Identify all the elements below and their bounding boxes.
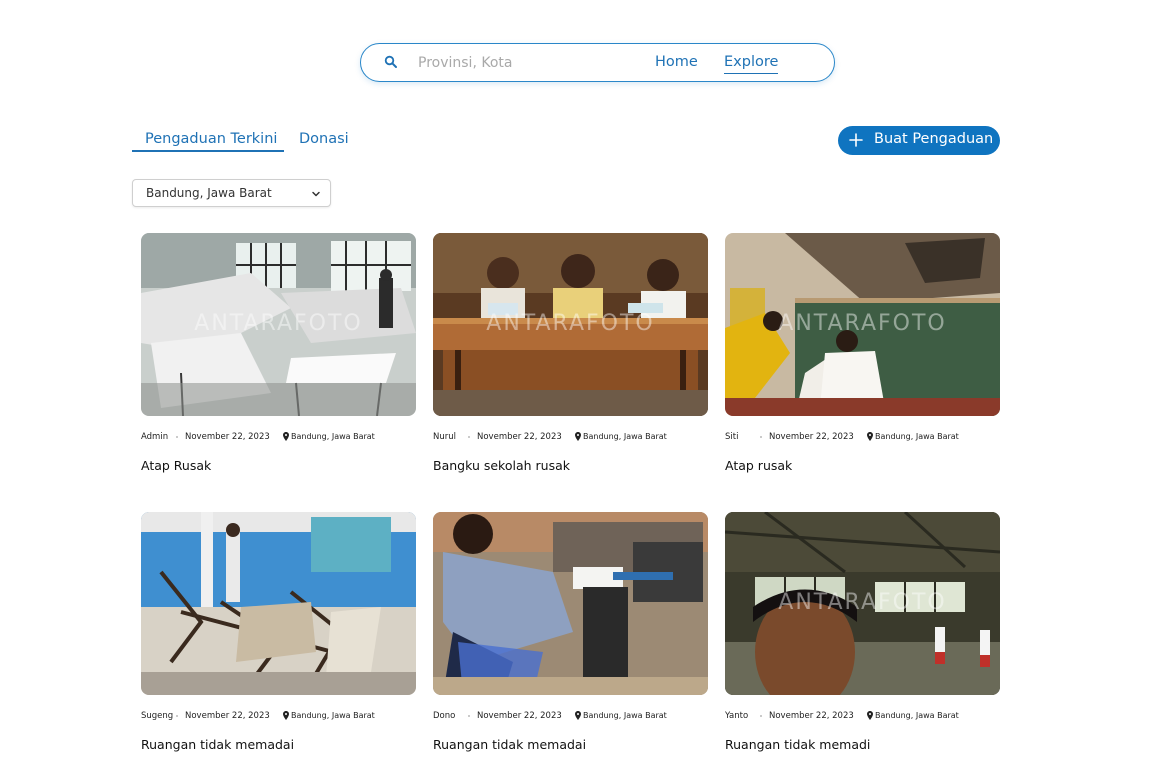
report-title[interactable]: Ruangan tidak memadai: [141, 737, 294, 752]
report-location: Bandung, Jawa Barat: [875, 432, 959, 441]
report-title[interactable]: Bangku sekolah rusak: [433, 458, 570, 473]
report-photo[interactable]: [141, 512, 416, 695]
report-date: November 22, 2023: [769, 711, 854, 721]
report-author: Siti: [725, 432, 739, 442]
report-card[interactable]: ANTARAFOTO Nurul November 22, 2023 Bandu…: [433, 233, 708, 473]
report-meta: Admin November 22, 2023 Bandung, Jawa Ba…: [141, 432, 416, 444]
report-meta: Siti November 22, 2023 Bandung, Jawa Bar…: [725, 432, 1000, 444]
nav-explore-link[interactable]: Explore: [724, 54, 779, 74]
report-photo[interactable]: [433, 512, 708, 695]
location-pin-icon: [575, 432, 581, 441]
report-title[interactable]: Ruangan tidak memadi: [725, 737, 870, 752]
report-card[interactable]: Sugeng November 22, 2023 Bandung, Jawa B…: [141, 512, 416, 752]
search-icon[interactable]: [384, 55, 398, 69]
report-photo[interactable]: ANTARAFOTO: [433, 233, 708, 416]
nav-home-link[interactable]: Home: [655, 54, 698, 70]
report-meta: Sugeng November 22, 2023 Bandung, Jawa B…: [141, 711, 416, 723]
search-nav-bar: Home Explore: [360, 43, 835, 82]
report-date: November 22, 2023: [477, 711, 562, 721]
report-photo[interactable]: ANTARAFOTO: [725, 233, 1000, 416]
report-card[interactable]: ANTARAFOTO Siti November 22, 2023 Bandun…: [725, 233, 1000, 473]
report-date: November 22, 2023: [477, 432, 562, 442]
separator-dot: [176, 436, 178, 438]
location-pin-icon: [283, 432, 289, 441]
active-tab-indicator: [132, 150, 284, 152]
report-author: Sugeng: [141, 711, 174, 721]
report-card[interactable]: ANTARAFOTO Admin November 22, 2023 Bandu…: [141, 233, 416, 473]
search-input[interactable]: [418, 52, 628, 74]
report-title[interactable]: Atap rusak: [725, 458, 792, 473]
report-meta: Dono November 22, 2023 Bandung, Jawa Bar…: [433, 711, 708, 723]
location-select-value: Bandung, Jawa Barat: [146, 186, 272, 200]
report-title[interactable]: Ruangan tidak memadai: [433, 737, 586, 752]
separator-dot: [760, 715, 762, 717]
report-meta: Nurul November 22, 2023 Bandung, Jawa Ba…: [433, 432, 708, 444]
report-photo[interactable]: ANTARAFOTO: [141, 233, 416, 416]
report-title[interactable]: Atap Rusak: [141, 458, 211, 473]
buat-pengaduan-button[interactable]: Buat Pengaduan: [838, 126, 1000, 155]
location-pin-icon: [867, 711, 873, 720]
report-author: Admin: [141, 432, 169, 442]
separator-dot: [468, 715, 470, 717]
separator-dot: [468, 436, 470, 438]
report-location: Bandung, Jawa Barat: [291, 432, 375, 441]
report-card[interactable]: ANTARAFOTO Yanto November 22, 2023 Bandu…: [725, 512, 1000, 752]
report-date: November 22, 2023: [185, 432, 270, 442]
buat-pengaduan-label: Buat Pengaduan: [874, 131, 994, 147]
tab-pengaduan-terkini[interactable]: Pengaduan Terkini: [145, 131, 277, 147]
report-photo[interactable]: ANTARAFOTO: [725, 512, 1000, 695]
tab-donasi[interactable]: Donasi: [299, 131, 349, 147]
report-date: November 22, 2023: [185, 711, 270, 721]
separator-dot: [760, 436, 762, 438]
report-card[interactable]: Dono November 22, 2023 Bandung, Jawa Bar…: [433, 512, 708, 752]
report-author: Nurul: [433, 432, 456, 442]
report-location: Bandung, Jawa Barat: [291, 711, 375, 720]
plus-icon: [849, 133, 863, 147]
separator-dot: [176, 715, 178, 717]
chevron-down-icon: [312, 191, 320, 197]
report-location: Bandung, Jawa Barat: [583, 711, 667, 720]
report-author: Yanto: [725, 711, 749, 721]
report-location: Bandung, Jawa Barat: [583, 432, 667, 441]
location-pin-icon: [867, 432, 873, 441]
location-select[interactable]: Bandung, Jawa Barat: [132, 179, 331, 207]
location-pin-icon: [283, 711, 289, 720]
report-meta: Yanto November 22, 2023 Bandung, Jawa Ba…: [725, 711, 1000, 723]
report-author: Dono: [433, 711, 456, 721]
location-pin-icon: [575, 711, 581, 720]
report-location: Bandung, Jawa Barat: [875, 711, 959, 720]
report-date: November 22, 2023: [769, 432, 854, 442]
